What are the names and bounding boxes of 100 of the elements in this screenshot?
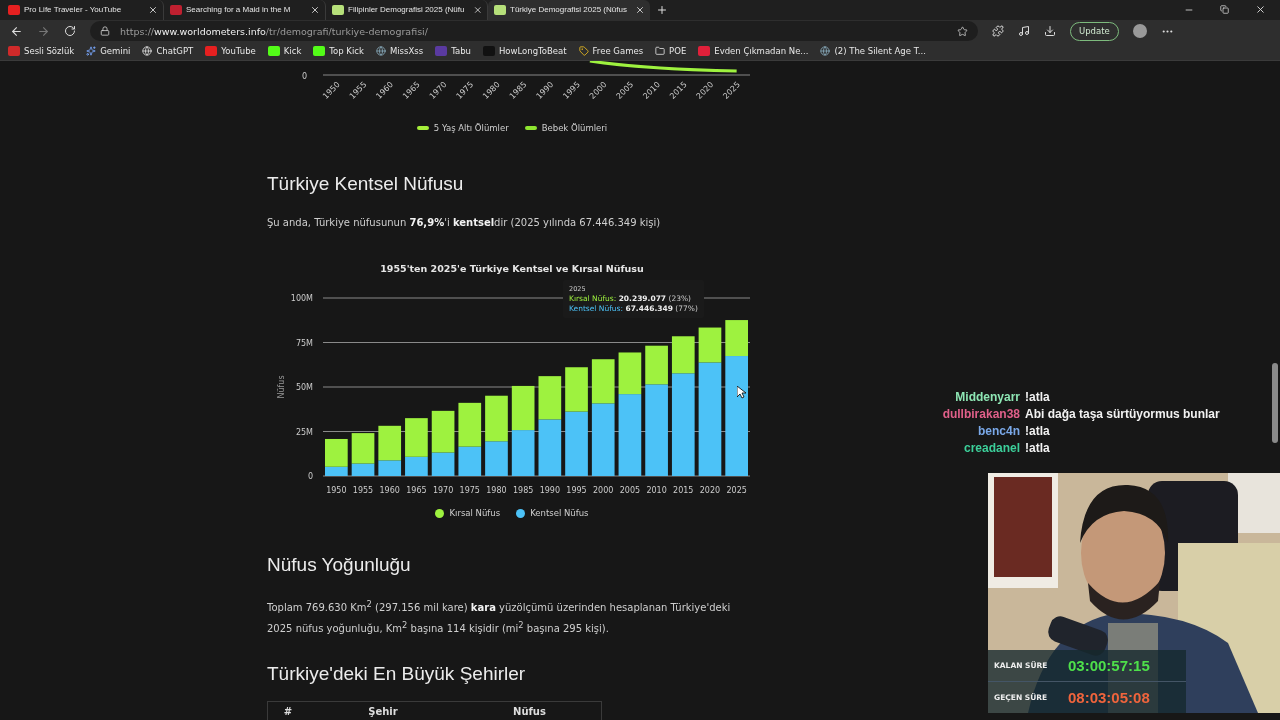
bar-segment[interactable] — [591, 403, 615, 477]
bookmark[interactable]: ChatGPT — [142, 46, 194, 57]
chat-message: !atla — [1025, 390, 1051, 405]
bar-segment[interactable] — [378, 426, 402, 461]
axis-title: Nüfus — [277, 375, 286, 399]
axis-label: 0 — [307, 472, 313, 482]
axis-label: 2015 — [673, 486, 694, 496]
music-icon[interactable] — [1018, 25, 1030, 38]
bar-segment[interactable] — [671, 373, 695, 477]
scrollbar-thumb[interactable] — [1272, 363, 1278, 444]
close-icon[interactable] — [472, 4, 482, 15]
hltb-icon — [482, 46, 495, 57]
bar-segment[interactable] — [458, 403, 482, 447]
axis-label: 1970 — [432, 486, 454, 496]
close-icon[interactable] — [1255, 4, 1266, 16]
bookmark[interactable]: Gemini — [86, 46, 131, 57]
tag-icon — [578, 46, 589, 57]
bookmark[interactable]: (2) The Silent Age T... — [820, 46, 926, 57]
paragraph: Şu anda, Türkiye nüfusunun 76,9%'i kentseldir (2025 yılında 67.446.349 kişi) — [267, 216, 662, 231]
back-icon[interactable] — [10, 24, 23, 38]
axis-label: 1990 — [539, 486, 560, 496]
column-header[interactable]: Nüfus — [458, 705, 601, 717]
column-header[interactable]: Şehir — [308, 705, 458, 717]
chat-message: !atla — [1025, 441, 1051, 456]
legend-item[interactable]: Bebek Ölümleri — [524, 123, 608, 134]
bar-segment[interactable] — [378, 460, 402, 477]
kick-icon — [313, 46, 326, 57]
bookmark[interactable]: POE — [655, 46, 687, 57]
star-icon[interactable] — [957, 25, 968, 37]
bar-segment[interactable] — [538, 376, 562, 420]
bar-segment[interactable] — [698, 327, 722, 363]
download-icon[interactable] — [1044, 25, 1056, 38]
axis-label: 1995 — [566, 486, 587, 496]
chart-title: 1955'ten 2025'e Türkiye Kentsel ve Kırsal Nüfusu — [379, 263, 645, 275]
puzzle-icon[interactable] — [992, 25, 1004, 38]
forward-icon[interactable] — [37, 24, 50, 38]
bar-segment[interactable] — [431, 452, 455, 477]
bar-segment[interactable] — [591, 359, 615, 404]
bar-segment[interactable] — [671, 336, 695, 374]
legend-item[interactable]: 5 Yaş Altı Ölümler — [416, 123, 509, 134]
reload-icon[interactable] — [64, 25, 76, 38]
bookmark[interactable]: Sesli Sözlük — [8, 46, 75, 57]
chat-message: !atla — [1025, 424, 1051, 439]
new-tab-icon[interactable] — [656, 3, 668, 16]
browser-tab[interactable]: Türkiye Demografisi 2025 (Nüfus — [488, 0, 650, 20]
close-icon[interactable] — [635, 4, 645, 15]
bookmark[interactable]: Tabu — [435, 46, 471, 57]
axis-label: 2020 — [699, 486, 721, 496]
axis-label: 1960 — [379, 486, 400, 496]
bar-segment[interactable] — [538, 419, 562, 477]
profile-avatar[interactable] — [1132, 24, 1147, 39]
bookmark[interactable]: Top Kick — [313, 46, 364, 57]
folder-icon — [655, 46, 666, 57]
axis-label: 1980 — [486, 486, 507, 496]
cursor-icon — [737, 386, 746, 400]
section-heading: Türkiye'deki En Büyük Şehirler — [267, 663, 527, 685]
paragraph: Toplam 769.630 Km$^{2}$ (297.156 mil kare) kara yüzölçümü üzerinden hesaplanan Türkiye'deki 2025 nüfus yoğunluğu, Km$^{2}$ başına 114 kişidir (mi$^{2}$ başına 295 kişi). — [267, 598, 732, 636]
legend-item[interactable]: Kırsal Nüfus — [435, 508, 501, 519]
axis-label: 1950 — [326, 486, 347, 496]
browser-tab[interactable]: Filipinler Demografisi 2025 (Nüfu — [326, 0, 488, 20]
bookmark[interactable]: YouTube — [205, 46, 256, 57]
bookmark[interactable]: HowLongToBeat — [482, 46, 567, 57]
close-icon[interactable] — [310, 4, 320, 15]
chat-username: benc4n — [977, 424, 1020, 439]
url-text: https://www.worldometers.info/tr/demografi/turkiye-demografisi/ — [120, 25, 429, 37]
axis-label: 1955 — [352, 486, 374, 496]
bar-segment[interactable] — [511, 386, 535, 431]
timer-value: 03:00:57:15 — [1068, 657, 1150, 675]
bookmark[interactable]: Kick — [267, 46, 302, 57]
section-heading: Türkiye Kentsel Nüfusu — [267, 173, 465, 196]
timer-value: 08:03:05:08 — [1068, 689, 1150, 707]
youtube-icon — [205, 46, 218, 57]
browser-tab[interactable]: Searching for a Maid in the M — [164, 0, 326, 20]
close-icon[interactable] — [148, 4, 158, 15]
column-header[interactable]: # — [268, 705, 308, 717]
bar-segment[interactable] — [431, 411, 455, 453]
globe-icon — [375, 46, 386, 57]
bar-segment[interactable] — [511, 430, 535, 477]
axis-label: 50M — [295, 383, 313, 393]
bar-segment[interactable] — [618, 394, 642, 477]
bar-segment[interactable] — [458, 446, 482, 477]
bookmark[interactable]: Evden Çıkmadan Ne... — [698, 46, 809, 57]
legend-item[interactable]: Kentsel Nüfus — [516, 508, 589, 519]
axis-label: 2000 — [593, 486, 614, 496]
bookmark[interactable]: Free Games — [578, 46, 644, 57]
site-icon — [170, 4, 182, 15]
chat-message: Abi dağa taşa sürtüyormus bunlar — [1025, 407, 1220, 422]
kick-icon — [267, 46, 280, 57]
bar-segment[interactable] — [618, 352, 642, 395]
site-icon — [698, 46, 711, 57]
bookmark[interactable]: MissXss — [375, 46, 424, 57]
globe-icon — [820, 46, 831, 57]
bar-segment[interactable] — [351, 433, 375, 464]
axis-label: 1975 — [459, 486, 480, 496]
restore-icon[interactable] — [1220, 5, 1229, 15]
address-bar[interactable]: https://www.worldometers.info/tr/demografi/turkiye-demografisi/ — [90, 21, 978, 42]
axis-label: 0 — [301, 72, 307, 82]
chat-username: dullbirakan38 — [941, 407, 1020, 422]
browser-tab[interactable]: Pro Life Traveler - YouTube — [2, 0, 164, 20]
axis-label: 2010 — [646, 486, 667, 496]
